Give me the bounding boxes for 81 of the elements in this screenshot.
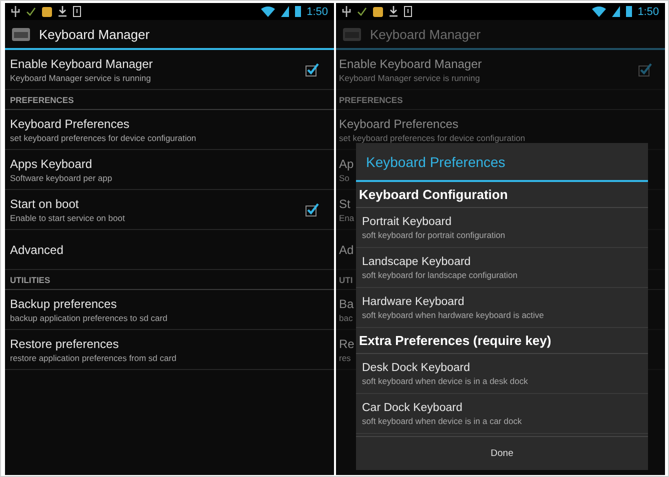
checkbox[interactable] [638, 62, 652, 76]
preference-item[interactable]: Apps Keyboard Software keyboard per app [5, 150, 334, 190]
keyboard-icon [342, 26, 362, 42]
item-title: Hardware Keyboard [362, 296, 466, 308]
preference-item[interactable]: Enable Keyboard Manager Keyboard Manager service is running [336, 50, 665, 90]
preference-item[interactable]: Backup preferences backup application preferences to sd card [5, 290, 334, 330]
preference-item[interactable]: Restore preferences restore application preferences from sd card [5, 330, 334, 370]
section-header: PREFERENCES [10, 94, 74, 104]
usb-icon [11, 6, 20, 17]
dialog-item[interactable]: Landscape Keyboard soft keyboard for landscape configuration [356, 248, 648, 288]
preference-item[interactable]: Advanced [5, 230, 334, 270]
download-icon [58, 6, 67, 17]
item-summary: soft keyboard for landscape configuration [362, 270, 518, 280]
keyboard-icon [11, 26, 31, 42]
checkbox[interactable] [305, 62, 319, 76]
wifi-icon [260, 6, 275, 17]
app-title: Keyboard Manager [39, 26, 150, 42]
dialog-title: Keyboard Preferences [366, 154, 506, 170]
preference-title: Ad [339, 242, 354, 256]
battery-icon [294, 6, 301, 17]
item-summary: soft keyboard when device is in a car dock [362, 416, 523, 426]
preference-title: Ap [339, 156, 354, 170]
category-header: Extra Preferences (require key) [359, 333, 552, 348]
dialog-item[interactable]: Hardware Keyboard soft keyboard when hardware keyboard is active [356, 288, 648, 328]
item-summary: soft keyboard when device is in a desk dock [362, 376, 529, 386]
preference-item[interactable]: Enable Keyboard Manager Keyboard Manager service is running [5, 50, 334, 90]
preference-summary: restore application preferences from sd card [10, 352, 176, 362]
preference-title: Advanced [10, 242, 64, 256]
item-title: Landscape Keyboard [362, 256, 472, 268]
section-header: UTI [339, 274, 353, 284]
preference-summary: bac [339, 312, 353, 322]
item-title: Desk Dock Keyboard [362, 362, 472, 374]
preference-summary: Software keyboard per app [10, 172, 112, 182]
item-summary: soft keyboard when hardware keyboard is active [362, 310, 545, 320]
signal-icon [612, 6, 620, 17]
preference-summary: set keyboard preferences for device configuration [10, 132, 196, 142]
download-icon [389, 6, 398, 17]
checkbox[interactable] [305, 202, 319, 216]
preference-summary: backup application preferences to sd card [10, 312, 168, 322]
preference-summary: Keyboard Manager service is running [10, 72, 151, 82]
preference-summary: res [339, 352, 351, 362]
check-icon [357, 7, 367, 16]
item-summary: soft keyboard for portrait configuration [362, 230, 506, 240]
preference-summary: set keyboard preferences for device configuration [339, 132, 526, 142]
preference-title: St [339, 196, 350, 210]
signal-icon [280, 6, 289, 17]
preference-title: Start on boot [10, 196, 79, 210]
dialog-item[interactable]: Portrait Keyboard soft keyboard for portrait configuration [356, 208, 648, 248]
app-title: Keyboard Manager [370, 26, 481, 42]
preference-title: Enable Keyboard Manager [10, 56, 153, 70]
clock: 1:50 [306, 6, 328, 18]
preference-summary: Enable to start service on boot [10, 212, 125, 222]
preference-title: Apps Keyboard [10, 156, 92, 170]
dialog-item[interactable]: Car Dock Keyboard soft keyboard when device is in a car dock [356, 394, 648, 434]
preference-title: Restore preferences [10, 336, 119, 350]
check-icon [26, 7, 36, 16]
preference-title: Ba [339, 296, 354, 310]
clock: 1:50 [638, 6, 659, 18]
preference-summary: So [339, 172, 350, 182]
preference-summary: Keyboard Manager service is running [339, 72, 480, 82]
item-title: Portrait Keyboard [362, 216, 452, 228]
usb-icon [342, 6, 351, 17]
preference-item[interactable]: Start on boot Enable to start service on boot [5, 190, 334, 230]
category-header: Keyboard Configuration [359, 187, 508, 202]
dialog-item[interactable]: Desk Dock Keyboard soft keyboard when device is in a desk dock [356, 354, 648, 394]
section-header: PREFERENCES [339, 94, 403, 104]
preference-title: Keyboard Preferences [10, 116, 130, 130]
preference-item[interactable]: Keyboard Preferences set keyboard preferences for device configuration [5, 110, 334, 150]
preference-title: Re [339, 336, 354, 350]
note-icon [42, 6, 52, 16]
battery-icon [626, 6, 632, 17]
preference-title: Backup preferences [10, 296, 117, 310]
item-title: Car Dock Keyboard [362, 402, 464, 414]
sd-card-icon [73, 6, 81, 17]
preference-title: Keyboard Preferences [339, 116, 458, 130]
preference-summary: Ena [339, 212, 354, 222]
wifi-icon [592, 6, 606, 17]
note-icon [373, 6, 383, 16]
section-header: UTILITIES [10, 274, 50, 284]
sd-card-icon [404, 6, 412, 17]
preference-title: Enable Keyboard Manager [339, 56, 482, 70]
